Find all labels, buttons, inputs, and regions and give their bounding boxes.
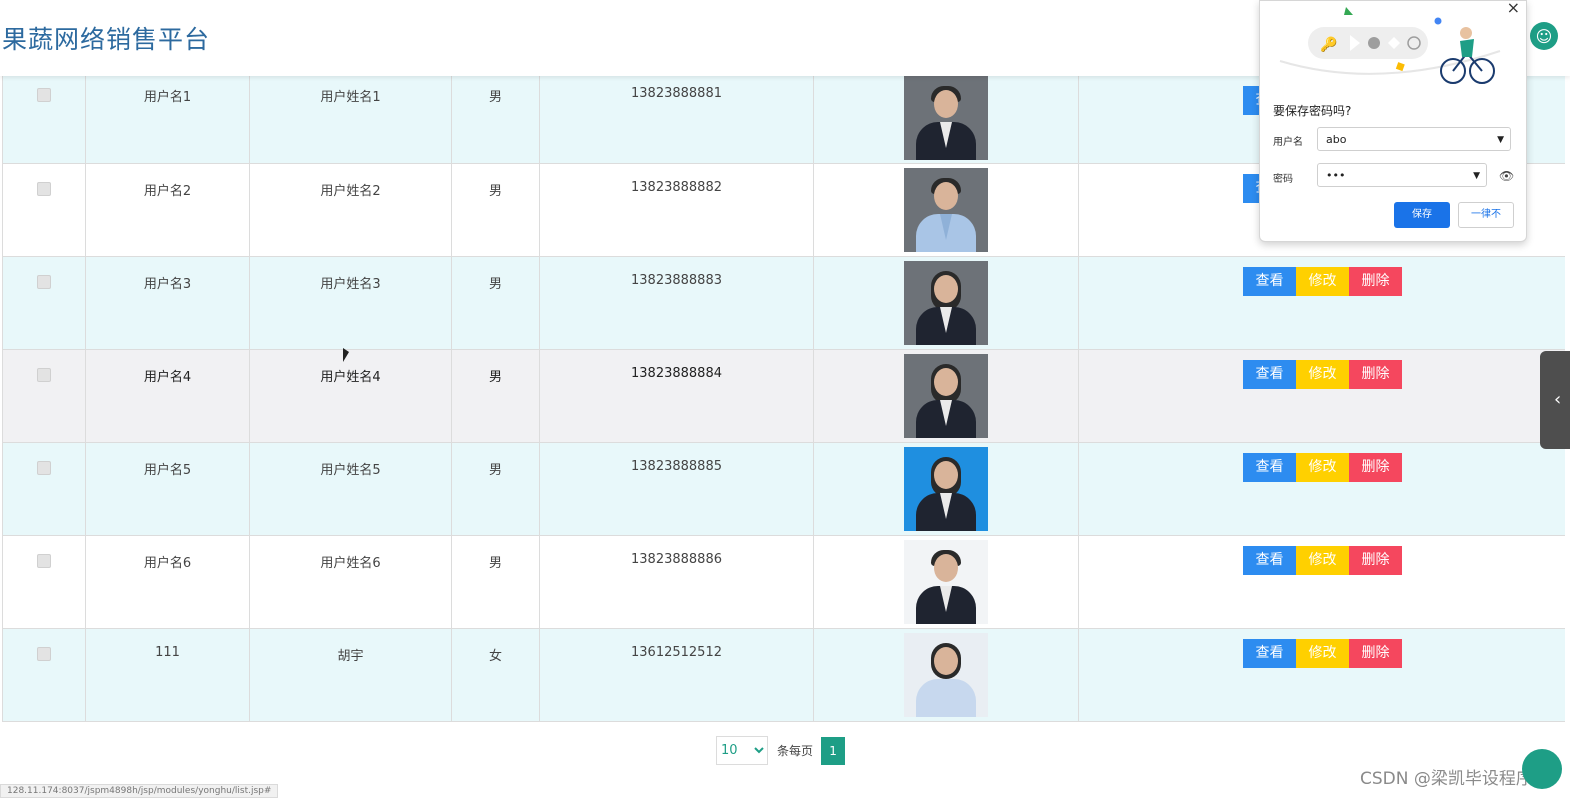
sex-cell: 男 <box>452 257 540 349</box>
save-password-button[interactable]: 保存 <box>1394 202 1450 228</box>
user-photo <box>904 447 988 531</box>
username-cell: 111 <box>86 629 250 721</box>
row-checkbox[interactable] <box>37 554 51 568</box>
pagination: 10 条每页 1 <box>716 736 846 765</box>
password-label: 密码 <box>1273 174 1293 185</box>
eye-icon[interactable]: 👁 <box>1499 169 1514 183</box>
page-size-select[interactable]: 10 <box>716 736 768 765</box>
view-button[interactable]: 查看 <box>1243 639 1296 668</box>
user-photo <box>904 354 988 438</box>
name-cell: 用户姓名6 <box>250 536 452 628</box>
view-button[interactable]: 查看 <box>1243 267 1296 296</box>
row-checkbox[interactable] <box>37 461 51 475</box>
dropdown-arrow-icon: ▼ <box>1473 171 1480 181</box>
watermark: CSDN @梁凯毕设程序 <box>1360 769 1533 789</box>
table-row: 用户名6 用户姓名6 男 13823888886 查看 修改 删除 <box>3 536 1565 629</box>
dropdown-arrow-icon: ▼ <box>1497 135 1504 145</box>
phone-cell: 13823888884 <box>540 350 814 442</box>
phone-cell: 13823888883 <box>540 257 814 349</box>
delete-button[interactable]: 删除 <box>1349 639 1402 668</box>
delete-button[interactable]: 删除 <box>1349 546 1402 575</box>
sex-cell: 男 <box>452 164 540 256</box>
name-cell: 用户姓名4 <box>250 350 452 442</box>
name-cell: 用户姓名1 <box>250 76 452 163</box>
sex-cell: 男 <box>452 350 540 442</box>
name-cell: 胡宇 <box>250 629 452 721</box>
table-row: 111 胡宇 女 13612512512 查看 修改 删除 <box>3 629 1565 722</box>
user-photo <box>904 168 988 252</box>
view-button[interactable]: 查看 <box>1243 360 1296 389</box>
edit-button[interactable]: 修改 <box>1296 453 1349 482</box>
never-button[interactable]: 一律不 <box>1458 202 1514 228</box>
close-icon[interactable]: × <box>1507 0 1520 17</box>
row-checkbox[interactable] <box>37 275 51 289</box>
name-cell: 用户姓名5 <box>250 443 452 535</box>
username-cell: 用户名6 <box>86 536 250 628</box>
table-row: 用户名4 用户姓名4 男 13823888884 查看 修改 删除 <box>3 350 1565 443</box>
username-field[interactable]: abo ▼ <box>1317 127 1511 151</box>
save-password-popup: 🔑 × 要保存密码吗? 用户名 abo ▼ 密码 ••• ▼ 👁 保存 一律不 <box>1259 0 1527 242</box>
table-row: 用户名5 用户姓名5 男 13823888885 查看 修改 删除 <box>3 443 1565 536</box>
password-field[interactable]: ••• ▼ <box>1317 163 1487 187</box>
per-page-label: 条每页 <box>777 744 814 758</box>
edit-button[interactable]: 修改 <box>1296 267 1349 296</box>
delete-button[interactable]: 删除 <box>1349 267 1402 296</box>
site-title: 果蔬网络销售平台 <box>2 25 211 54</box>
row-checkbox[interactable] <box>37 88 51 102</box>
view-button[interactable]: 查看 <box>1243 546 1296 575</box>
username-cell: 用户名3 <box>86 257 250 349</box>
sex-cell: 男 <box>452 76 540 163</box>
username-label: 用户名 <box>1273 137 1303 148</box>
user-photo <box>904 540 988 624</box>
table-row: 用户名3 用户姓名3 男 13823888883 查看 修改 删除 <box>3 257 1565 350</box>
username-cell: 用户名5 <box>86 443 250 535</box>
save-password-question: 要保存密码吗? <box>1273 104 1352 118</box>
name-cell: 用户姓名3 <box>250 257 452 349</box>
view-button[interactable]: 查看 <box>1243 453 1296 482</box>
username-cell: 用户名1 <box>86 76 250 163</box>
page-button[interactable]: 1 <box>821 736 846 765</box>
user-avatar-icon[interactable]: ☺ <box>1530 22 1558 50</box>
user-photo <box>904 633 988 717</box>
user-photo <box>904 76 988 160</box>
row-checkbox[interactable] <box>37 368 51 382</box>
phone-cell: 13823888885 <box>540 443 814 535</box>
sex-cell: 男 <box>452 443 540 535</box>
chevron-left-icon: ‹ <box>1554 389 1562 410</box>
delete-button[interactable]: 删除 <box>1349 360 1402 389</box>
phone-cell: 13612512512 <box>540 629 814 721</box>
sex-cell: 女 <box>452 629 540 721</box>
name-cell: 用户姓名2 <box>250 164 452 256</box>
delete-button[interactable]: 删除 <box>1349 453 1402 482</box>
username-cell: 用户名4 <box>86 350 250 442</box>
mouse-cursor-icon <box>343 348 349 362</box>
edit-button[interactable]: 修改 <box>1296 639 1349 668</box>
sex-cell: 男 <box>452 536 540 628</box>
edit-button[interactable]: 修改 <box>1296 360 1349 389</box>
phone-cell: 13823888886 <box>540 536 814 628</box>
phone-cell: 13823888881 <box>540 76 814 163</box>
row-checkbox[interactable] <box>37 182 51 196</box>
row-checkbox[interactable] <box>37 647 51 661</box>
svg-text:🔑: 🔑 <box>1320 35 1338 53</box>
edit-button[interactable]: 修改 <box>1296 546 1349 575</box>
side-drawer-toggle[interactable]: ‹ <box>1540 351 1570 449</box>
user-photo <box>904 261 988 345</box>
floating-action-button[interactable] <box>1522 749 1562 789</box>
username-cell: 用户名2 <box>86 164 250 256</box>
illustration: 🔑 <box>1279 7 1501 84</box>
phone-cell: 13823888882 <box>540 164 814 256</box>
